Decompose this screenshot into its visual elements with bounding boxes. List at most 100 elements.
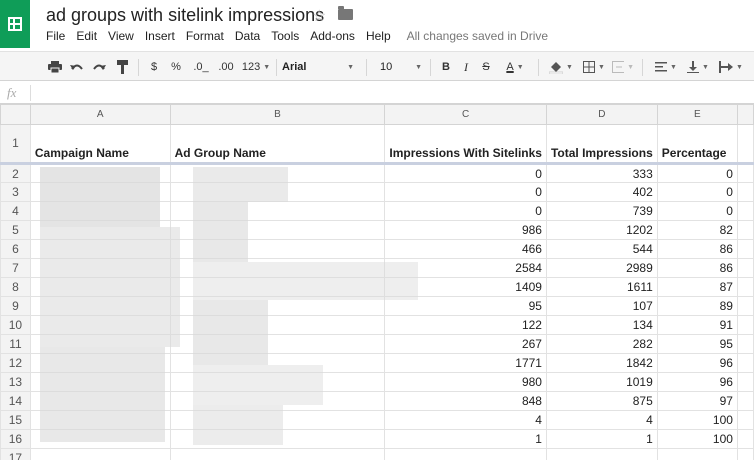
column-header-c[interactable]: C bbox=[384, 104, 547, 125]
cell-total-impressions[interactable]: 875 bbox=[545, 391, 658, 411]
row-header[interactable]: 14 bbox=[0, 391, 31, 411]
cell-impressions-with-sitelinks[interactable]: 4 bbox=[384, 410, 547, 430]
document-title[interactable]: ad groups with sitelink impressions bbox=[46, 5, 324, 26]
menu-edit[interactable]: Edit bbox=[76, 29, 97, 45]
cell-total-impressions[interactable]: 1842 bbox=[545, 353, 658, 373]
undo-icon[interactable] bbox=[68, 59, 86, 75]
cell-total-impressions[interactable]: 1 bbox=[545, 429, 658, 449]
row-header[interactable]: 7 bbox=[0, 258, 31, 278]
cell-total-impressions[interactable] bbox=[545, 448, 658, 460]
cell-percentage[interactable]: 96 bbox=[656, 353, 738, 373]
star-icon[interactable]: ☆ bbox=[312, 6, 326, 26]
cell-total-impressions[interactable]: 2989 bbox=[545, 258, 658, 278]
column-header-a[interactable]: A bbox=[29, 104, 171, 125]
paint-format-icon[interactable] bbox=[114, 59, 130, 75]
cell-campaign-name[interactable] bbox=[29, 448, 171, 460]
cell-empty[interactable] bbox=[736, 315, 754, 335]
cell-percentage[interactable]: 97 bbox=[656, 391, 738, 411]
strikethrough-button[interactable]: S bbox=[480, 59, 492, 75]
row-header[interactable]: 8 bbox=[0, 277, 31, 297]
row-header-1[interactable]: 1 bbox=[0, 124, 31, 165]
menu-view[interactable]: View bbox=[108, 29, 134, 45]
row-header[interactable]: 15 bbox=[0, 410, 31, 430]
cell-f1[interactable] bbox=[736, 124, 754, 165]
row-header[interactable]: 16 bbox=[0, 429, 31, 449]
merge-icon[interactable]: ▼ bbox=[612, 59, 634, 75]
row-header[interactable]: 4 bbox=[0, 201, 31, 221]
cell-total-impressions[interactable]: 1202 bbox=[545, 220, 658, 240]
cell-percentage[interactable]: 86 bbox=[656, 239, 738, 259]
sheets-icon[interactable] bbox=[0, 0, 30, 48]
cell-impressions-with-sitelinks[interactable]: 986 bbox=[384, 220, 547, 240]
cell-empty[interactable] bbox=[736, 353, 754, 373]
italic-button[interactable]: I bbox=[460, 59, 472, 75]
row-header[interactable]: 11 bbox=[0, 334, 31, 354]
cell-b1[interactable]: Ad Group Name bbox=[169, 124, 386, 165]
cell-c1[interactable]: Impressions With Sitelinks bbox=[384, 124, 547, 165]
decrease-decimals-button[interactable]: .0_ bbox=[190, 59, 212, 75]
cell-total-impressions[interactable]: 402 bbox=[545, 182, 658, 202]
menu-tools[interactable]: Tools bbox=[271, 29, 299, 45]
align-bottom-icon[interactable]: ▼ bbox=[684, 59, 712, 75]
print-icon[interactable] bbox=[46, 59, 64, 75]
cell-empty[interactable] bbox=[736, 429, 754, 449]
cell-empty[interactable] bbox=[736, 334, 754, 354]
font-select[interactable]: Arial ▼ bbox=[282, 59, 354, 75]
bold-button[interactable]: B bbox=[440, 59, 452, 75]
cell-impressions-with-sitelinks[interactable]: 848 bbox=[384, 391, 547, 411]
cell-percentage[interactable]: 82 bbox=[656, 220, 738, 240]
percent-button[interactable]: % bbox=[170, 59, 182, 75]
row-header[interactable]: 10 bbox=[0, 315, 31, 335]
cell-empty[interactable] bbox=[736, 410, 754, 430]
row-header[interactable]: 2 bbox=[0, 163, 31, 183]
align-left-icon[interactable]: ▼ bbox=[652, 59, 680, 75]
cell-empty[interactable] bbox=[736, 201, 754, 221]
cell-total-impressions[interactable]: 134 bbox=[545, 315, 658, 335]
cell-percentage[interactable] bbox=[656, 448, 738, 460]
cell-impressions-with-sitelinks[interactable]: 980 bbox=[384, 372, 547, 392]
cell-percentage[interactable]: 0 bbox=[656, 182, 738, 202]
row-header[interactable]: 3 bbox=[0, 182, 31, 202]
cell-impressions-with-sitelinks[interactable]: 0 bbox=[384, 163, 547, 183]
increase-decimals-button[interactable]: .00 bbox=[214, 59, 238, 75]
cell-e1[interactable]: Percentage bbox=[656, 124, 738, 165]
cell-empty[interactable] bbox=[736, 296, 754, 316]
row-header[interactable]: 12 bbox=[0, 353, 31, 373]
menu-data[interactable]: Data bbox=[235, 29, 260, 45]
cell-d1[interactable]: Total Impressions bbox=[545, 124, 658, 165]
cell-impressions-with-sitelinks[interactable]: 1771 bbox=[384, 353, 547, 373]
cell-percentage[interactable]: 95 bbox=[656, 334, 738, 354]
cell-empty[interactable] bbox=[736, 372, 754, 392]
cell-empty[interactable] bbox=[736, 182, 754, 202]
cell-ad-group-name[interactable] bbox=[169, 448, 386, 460]
column-header-b[interactable]: B bbox=[169, 104, 386, 125]
cell-impressions-with-sitelinks[interactable]: 122 bbox=[384, 315, 547, 335]
row-header[interactable]: 5 bbox=[0, 220, 31, 240]
menu-insert[interactable]: Insert bbox=[145, 29, 175, 45]
cell-impressions-with-sitelinks[interactable]: 1 bbox=[384, 429, 547, 449]
row-header[interactable]: 17 bbox=[0, 448, 31, 460]
cell-percentage[interactable]: 86 bbox=[656, 258, 738, 278]
cell-percentage[interactable]: 100 bbox=[656, 410, 738, 430]
cell-percentage[interactable]: 0 bbox=[656, 201, 738, 221]
row-header[interactable]: 13 bbox=[0, 372, 31, 392]
menu-help[interactable]: Help bbox=[366, 29, 391, 45]
text-wrap-icon[interactable]: ▼ bbox=[716, 59, 746, 75]
text-color-button[interactable]: A ▼ bbox=[500, 59, 530, 75]
cell-total-impressions[interactable]: 333 bbox=[545, 163, 658, 183]
formula-input[interactable] bbox=[34, 84, 734, 102]
column-header-e[interactable]: E bbox=[656, 104, 738, 125]
select-all-corner[interactable] bbox=[0, 104, 31, 125]
borders-icon[interactable]: ▼ bbox=[580, 59, 608, 75]
cell-impressions-with-sitelinks[interactable] bbox=[384, 448, 547, 460]
cell-percentage[interactable]: 96 bbox=[656, 372, 738, 392]
cell-impressions-with-sitelinks[interactable]: 0 bbox=[384, 182, 547, 202]
cell-impressions-with-sitelinks[interactable]: 0 bbox=[384, 201, 547, 221]
cell-empty[interactable] bbox=[736, 239, 754, 259]
more-formats-button[interactable]: 123 ▼ bbox=[240, 59, 272, 75]
cell-empty[interactable] bbox=[736, 220, 754, 240]
column-header-d[interactable]: D bbox=[545, 104, 658, 125]
cell-percentage[interactable]: 87 bbox=[656, 277, 738, 297]
cell-empty[interactable] bbox=[736, 448, 754, 460]
cell-total-impressions[interactable]: 1019 bbox=[545, 372, 658, 392]
